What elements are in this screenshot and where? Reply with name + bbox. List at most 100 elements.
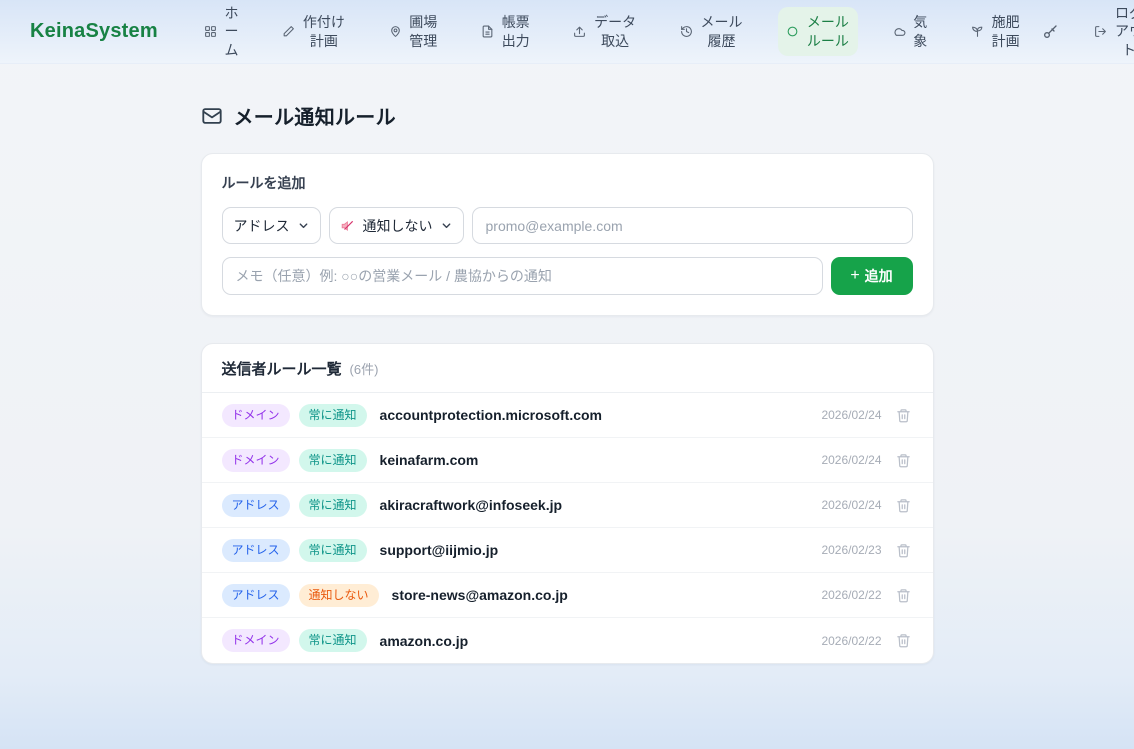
plus-icon: + (850, 268, 859, 284)
rule-action-badge: 常に通知 (299, 449, 367, 472)
nav-item-weather[interactable]: 気象 (885, 7, 936, 55)
sender-rules-header: 送信者ルール一覧 (6件) (202, 344, 933, 393)
rule-value: accountprotection.microsoft.com (380, 407, 602, 423)
nav-item-label: メールルール (806, 13, 849, 49)
rule-value: support@iijmio.jp (380, 542, 499, 558)
nav-item-label: 圃場管理 (409, 13, 438, 49)
rule-date: 2026/02/24 (821, 498, 881, 512)
nav-item-data-import[interactable]: データ取込 (565, 7, 644, 55)
upload-icon (573, 25, 586, 38)
rule-type-badge: ドメイン (222, 404, 290, 427)
chevron-down-icon (441, 220, 452, 231)
rule-date: 2026/02/24 (821, 408, 881, 422)
page-title-text: メール通知ルール (234, 101, 396, 130)
trash-icon (896, 453, 911, 468)
rule-action-badge: 常に通知 (299, 629, 367, 652)
nav-item-label: 気象 (913, 13, 928, 49)
rule-type-badge: アドレス (222, 584, 290, 607)
cloud-icon (893, 25, 906, 38)
envelope-icon (201, 105, 223, 127)
nav-item-planting-plan[interactable]: 作付け計画 (274, 7, 353, 55)
rule-action-badge: 常に通知 (299, 494, 367, 517)
logout-button[interactable]: ログアウト (1086, 0, 1134, 65)
top-navbar: KeinaSystem ホーム 作付け計画 圃場管理 帳票出力 データ取込 メー… (0, 0, 1134, 64)
rule-value: keinafarm.com (380, 452, 479, 468)
rule-type-select[interactable]: アドレス (222, 207, 321, 244)
address-input[interactable] (472, 207, 913, 244)
nav-item-label: メール履歴 (700, 13, 743, 49)
chevron-down-icon (298, 220, 309, 231)
rule-row: アドレス 常に通知 akiracraftwork@infoseek.jp 202… (202, 483, 933, 528)
rule-type-badge: ドメイン (222, 629, 290, 652)
trash-icon (896, 633, 911, 648)
rule-date: 2026/02/24 (821, 453, 881, 467)
pencil-icon (282, 25, 295, 38)
rule-value: store-news@amazon.co.jp (392, 587, 568, 603)
nav-item-label: 作付け計画 (302, 13, 345, 49)
delete-rule-button[interactable] (894, 541, 913, 560)
rule-value: amazon.co.jp (380, 633, 469, 649)
circle-icon (786, 25, 799, 38)
trash-icon (896, 408, 911, 423)
add-rule-title: ルールを追加 (222, 173, 913, 193)
rule-row: ドメイン 常に通知 amazon.co.jp 2026/02/22 (202, 618, 933, 663)
delete-rule-button[interactable] (894, 406, 913, 425)
nav-item-label: 施肥計画 (991, 13, 1020, 49)
sender-rules-card: 送信者ルール一覧 (6件) ドメイン 常に通知 accountprotectio… (201, 343, 934, 664)
nav-item-report-output[interactable]: 帳票出力 (473, 7, 538, 55)
main-nav: ホーム 作付け計画 圃場管理 帳票出力 データ取込 メール履歴 メールルール (196, 0, 1029, 65)
nav-item-label: ホーム (224, 4, 239, 59)
rule-type-badge: アドレス (222, 539, 290, 562)
rule-type-badge: アドレス (222, 494, 290, 517)
nav-item-label: データ取込 (593, 13, 636, 49)
rule-type-badge: ドメイン (222, 449, 290, 472)
nav-item-field-management[interactable]: 圃場管理 (381, 7, 446, 55)
rule-date: 2026/02/23 (821, 543, 881, 557)
add-button-label: 追加 (865, 266, 893, 286)
delete-rule-button[interactable] (894, 451, 913, 470)
key-button[interactable] (1036, 18, 1064, 46)
rule-row: アドレス 常に通知 support@iijmio.jp 2026/02/23 (202, 528, 933, 573)
memo-input[interactable] (222, 257, 823, 295)
rule-action-badge: 通知しない (299, 584, 379, 607)
add-rule-row-2: + 追加 (222, 257, 913, 295)
nav-item-fertilizer-plan[interactable]: 施肥計画 (963, 7, 1028, 55)
rule-row: ドメイン 常に通知 keinafarm.com 2026/02/24 (202, 438, 933, 483)
sprout-icon (971, 25, 984, 38)
rule-action-value: 通知しない (363, 216, 433, 236)
rule-value: akiracraftwork@infoseek.jp (380, 497, 563, 513)
rule-action-badge: 常に通知 (299, 539, 367, 562)
rule-action-select[interactable]: 通知しない (329, 207, 464, 244)
app-logo[interactable]: KeinaSystem (30, 20, 158, 43)
key-icon (1042, 24, 1058, 40)
logout-label: ログアウト (1114, 4, 1134, 59)
rule-date: 2026/02/22 (821, 634, 881, 648)
rule-date: 2026/02/22 (821, 588, 881, 602)
delete-rule-button[interactable] (894, 496, 913, 515)
rule-row: ドメイン 常に通知 accountprotection.microsoft.co… (202, 393, 933, 438)
add-rule-card: ルールを追加 アドレス 通知しない + 追加 (201, 153, 934, 316)
home-grid-icon (204, 25, 217, 38)
trash-icon (896, 588, 911, 603)
delete-rule-button[interactable] (894, 586, 913, 605)
nav-item-mail-history[interactable]: メール履歴 (672, 7, 751, 55)
rule-type-value: アドレス (234, 216, 290, 236)
nav-item-mail-rules[interactable]: メールルール (778, 7, 857, 55)
logout-icon (1094, 25, 1107, 38)
delete-rule-button[interactable] (894, 631, 913, 650)
history-icon (680, 25, 693, 38)
trash-icon (896, 543, 911, 558)
nav-item-home[interactable]: ホーム (196, 0, 247, 65)
rule-action-badge: 常に通知 (299, 404, 367, 427)
nav-item-label: 帳票出力 (501, 13, 530, 49)
document-icon (481, 25, 494, 38)
map-pin-icon (389, 25, 402, 38)
sender-rules-title: 送信者ルール一覧 (222, 358, 342, 379)
trash-icon (896, 498, 911, 513)
sender-rules-count: (6件) (350, 359, 379, 378)
page-title: メール通知ルール (201, 101, 934, 130)
main-content: メール通知ルール ルールを追加 アドレス 通知しない + 追加 (201, 101, 934, 664)
add-rule-row-1: アドレス 通知しない (222, 207, 913, 244)
add-rule-button[interactable]: + 追加 (831, 257, 913, 295)
rule-row: アドレス 通知しない store-news@amazon.co.jp 2026/… (202, 573, 933, 618)
